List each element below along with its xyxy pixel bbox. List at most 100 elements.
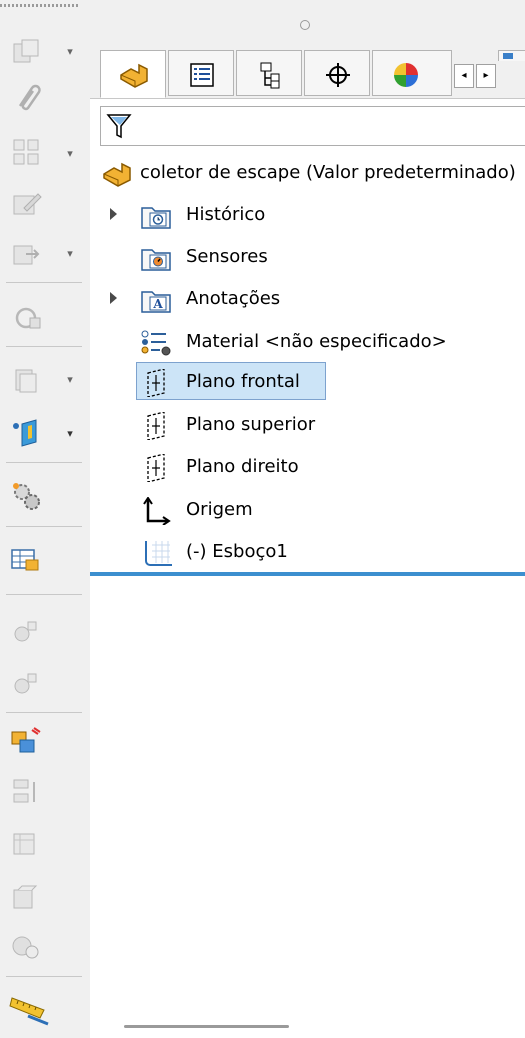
measure-ruler-icon bbox=[9, 997, 49, 1026]
tree-item-sensores[interactable]: Sensores bbox=[90, 240, 525, 274]
expand-arrow-icon[interactable] bbox=[110, 292, 117, 304]
edit-component-tool-button[interactable] bbox=[8, 188, 54, 220]
part-icon bbox=[103, 162, 131, 187]
paperclip-icon bbox=[18, 84, 41, 111]
material-icon bbox=[141, 330, 171, 356]
reference-plane-icon bbox=[13, 419, 37, 447]
bill-of-materials-tool-button[interactable] bbox=[8, 544, 54, 576]
tab-icon-fragment bbox=[503, 53, 513, 59]
reference-geometry-tool-button[interactable] bbox=[8, 364, 54, 396]
toolbar-separator bbox=[6, 526, 82, 527]
toolbar-separator bbox=[6, 712, 82, 713]
chevron-down-icon[interactable]: ▾ bbox=[62, 426, 78, 442]
new-part-icon bbox=[13, 39, 39, 63]
displaymanager-tab[interactable] bbox=[372, 50, 452, 96]
tree-item-label: Plano frontal bbox=[186, 371, 300, 392]
new-part-tool-button[interactable] bbox=[8, 36, 54, 68]
tree-item-label: Plano superior bbox=[186, 414, 316, 435]
pattern-tool-button[interactable] bbox=[8, 136, 54, 168]
motion-study-icon bbox=[12, 936, 39, 959]
dimxpertmanager-tab[interactable] bbox=[304, 50, 370, 96]
assembly-feature-icon bbox=[13, 833, 35, 855]
tree-item-esboco1[interactable]: (-) Esboço1 bbox=[90, 535, 525, 569]
mate-icon bbox=[14, 621, 37, 642]
tree-item-historico[interactable]: Histórico bbox=[90, 198, 525, 232]
edit-component-icon bbox=[13, 193, 42, 215]
command-toolbar: ▾ ▾ ▾ ▾ ▾ bbox=[0, 0, 91, 1038]
panel-header bbox=[90, 0, 525, 42]
tree-item-plano-frontal[interactable]: Plano frontal bbox=[90, 365, 525, 399]
tree-item-label: Histórico bbox=[186, 204, 266, 225]
manager-tab-bar: ◂ ▸ bbox=[90, 42, 525, 99]
attach-tool-button[interactable] bbox=[8, 80, 54, 112]
configuration-tree-icon bbox=[260, 62, 280, 89]
annotations-folder-icon: A bbox=[141, 291, 171, 313]
featuremanager-tab[interactable] bbox=[100, 50, 166, 98]
svg-text:A: A bbox=[152, 297, 163, 311]
configurationmanager-tab[interactable] bbox=[236, 50, 302, 96]
property-list-icon bbox=[190, 63, 214, 87]
measure-tool-button[interactable] bbox=[8, 990, 54, 1026]
hidden-tab-edge[interactable] bbox=[498, 50, 525, 61]
pattern-icon bbox=[13, 139, 39, 165]
interference-tool-button[interactable] bbox=[8, 726, 54, 758]
sensors-folder-icon bbox=[141, 249, 171, 271]
toolbar-separator bbox=[6, 346, 82, 347]
tree-item-material[interactable]: Material <não especificado> bbox=[90, 325, 525, 359]
chevron-down-icon[interactable]: ▾ bbox=[62, 146, 78, 162]
tree-item-label: Sensores bbox=[186, 246, 268, 267]
plane-tool-button[interactable] bbox=[8, 416, 54, 448]
smart-mate-icon bbox=[14, 673, 37, 694]
chevron-down-icon[interactable]: ▾ bbox=[62, 246, 78, 262]
tree-filter-box[interactable] bbox=[100, 106, 525, 146]
tree-item-label: Anotações bbox=[186, 288, 281, 309]
tree-item-anotacoes[interactable]: A Anotações bbox=[90, 282, 525, 316]
tree-item-plano-direito[interactable]: Plano direito bbox=[90, 450, 525, 484]
plane-icon bbox=[147, 412, 165, 440]
tree-root-label: coletor de escape (Valor predeterminado) bbox=[140, 162, 516, 183]
tree-item-plano-superior[interactable]: Plano superior bbox=[90, 408, 525, 442]
expand-arrow-icon[interactable] bbox=[110, 208, 117, 220]
table-icon bbox=[11, 549, 39, 571]
crosshair-icon bbox=[326, 63, 350, 87]
sketch-icon bbox=[145, 541, 172, 566]
rebuild-tool-button[interactable] bbox=[8, 302, 54, 334]
tree-item-origem[interactable]: Origem bbox=[90, 493, 525, 527]
toolbar-grip[interactable] bbox=[0, 4, 80, 7]
explode-tool-button[interactable] bbox=[8, 776, 54, 808]
reference-component-icon bbox=[13, 885, 38, 909]
rollback-bar[interactable] bbox=[90, 572, 525, 576]
tree-item-label: (-) Esboço1 bbox=[186, 541, 288, 562]
panel-grip-handle[interactable] bbox=[300, 20, 310, 30]
chevron-down-icon[interactable]: ▾ bbox=[62, 44, 78, 60]
reference-component-tool-button[interactable] bbox=[8, 882, 54, 914]
filter-funnel-icon bbox=[106, 114, 132, 139]
assembly-feature-tool-button[interactable] bbox=[8, 828, 54, 860]
rebuild-icon bbox=[15, 307, 41, 329]
origin-icon bbox=[143, 497, 171, 525]
plane-icon bbox=[147, 454, 165, 482]
horizontal-scrollbar[interactable] bbox=[124, 1025, 289, 1028]
insert-component-tool-button[interactable] bbox=[8, 238, 54, 270]
chevron-down-icon[interactable]: ▾ bbox=[62, 372, 78, 388]
mate-tool-button[interactable] bbox=[8, 616, 54, 648]
toolbar-separator bbox=[6, 462, 82, 463]
propertymanager-tab[interactable] bbox=[168, 50, 234, 96]
toolbar-separator bbox=[6, 976, 82, 977]
interference-icon bbox=[11, 727, 41, 753]
tabs-scroll-right-button[interactable]: ▸ bbox=[476, 64, 496, 88]
part-icon bbox=[120, 63, 148, 88]
tree-root-part[interactable]: coletor de escape (Valor predeterminado) bbox=[96, 156, 525, 190]
toolbar-separator bbox=[6, 594, 82, 595]
color-pie-icon bbox=[394, 63, 418, 87]
mate-gears-tool-button[interactable] bbox=[8, 480, 54, 512]
motion-study-tool-button[interactable] bbox=[8, 930, 54, 962]
smart-mate-tool-button[interactable] bbox=[8, 668, 54, 700]
tree-item-label: Plano direito bbox=[186, 456, 299, 477]
history-folder-icon bbox=[141, 207, 171, 229]
tree-item-label: Material <não especificado> bbox=[186, 331, 447, 352]
reference-geometry-icon bbox=[15, 369, 37, 393]
plane-icon bbox=[147, 369, 165, 397]
tabs-scroll-left-button[interactable]: ◂ bbox=[454, 64, 474, 88]
toolbar-separator bbox=[6, 282, 82, 283]
